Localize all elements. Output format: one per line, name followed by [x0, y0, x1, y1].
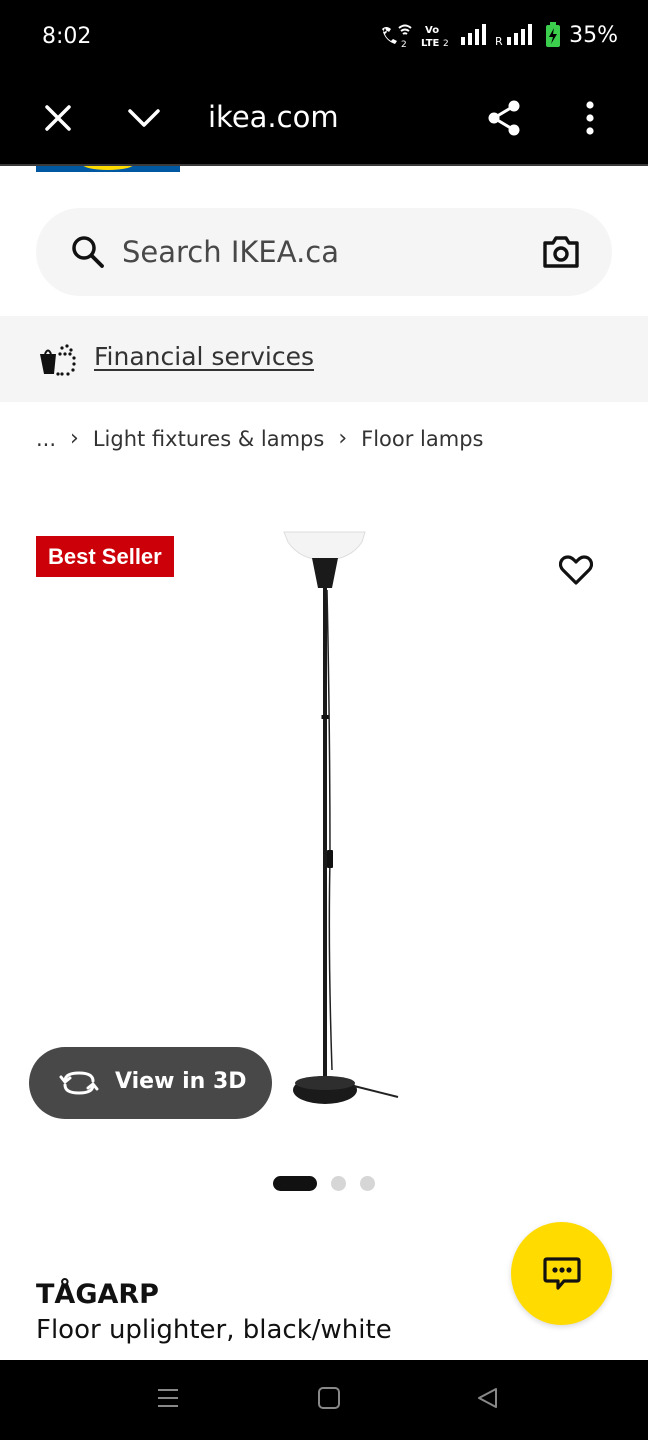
- signal-icon: [459, 23, 487, 47]
- recent-apps-button[interactable]: [148, 1384, 188, 1416]
- chat-button[interactable]: [511, 1222, 612, 1325]
- url-text[interactable]: ikea.com: [208, 100, 339, 134]
- chat-icon: [543, 1257, 581, 1290]
- financial-services-banner: Financial services: [0, 316, 648, 402]
- svg-text:2: 2: [443, 39, 449, 48]
- share-button[interactable]: [480, 96, 528, 144]
- breadcrumb-lighting[interactable]: Light fixtures & lamps: [93, 427, 324, 451]
- chevron-down-icon: [127, 107, 161, 134]
- camera-search-icon[interactable]: [542, 234, 580, 270]
- search-bar[interactable]: Search IKEA.ca: [36, 208, 612, 296]
- menu-icon: [156, 1387, 180, 1414]
- view-in-3d-button[interactable]: View in 3D: [29, 1047, 272, 1119]
- breadcrumb: ... › Light fixtures & lamps › Floor lam…: [36, 426, 484, 451]
- carousel-dot-2[interactable]: [331, 1176, 346, 1191]
- battery-charging-icon: [545, 22, 561, 48]
- close-icon: [44, 104, 72, 137]
- svg-text:2: 2: [401, 40, 407, 48]
- product-name: TÅGARP: [36, 1279, 159, 1310]
- breadcrumb-floor-lamps[interactable]: Floor lamps: [361, 427, 483, 451]
- breadcrumb-ellipsis[interactable]: ...: [36, 427, 56, 451]
- browser-toolbar: ikea.com: [0, 74, 648, 166]
- status-bar: 8:02 2 Vo LTE 2 R 35%: [0, 0, 648, 74]
- shopping-bag-icon: [38, 342, 78, 378]
- chevron-right-icon: ›: [70, 426, 79, 451]
- collapse-button[interactable]: [120, 96, 168, 144]
- system-nav-bar: [0, 1360, 648, 1440]
- more-vert-icon: [585, 100, 595, 140]
- image-carousel-indicator: [273, 1176, 375, 1191]
- carousel-dot-3[interactable]: [360, 1176, 375, 1191]
- carousel-dot-1[interactable]: [273, 1176, 317, 1191]
- battery-level: 35%: [569, 22, 618, 48]
- favorite-button[interactable]: [550, 546, 602, 598]
- product-image[interactable]: [270, 530, 410, 1120]
- chevron-right-icon: ›: [338, 426, 348, 451]
- more-options-button[interactable]: [566, 96, 614, 144]
- roaming-signal-icon: R: [495, 23, 537, 47]
- financial-services-link[interactable]: Financial services: [94, 342, 314, 371]
- ikea-logo[interactable]: [36, 166, 180, 172]
- home-button[interactable]: [309, 1384, 349, 1416]
- share-icon: [486, 99, 522, 142]
- wifi-call-icon: 2: [379, 22, 413, 48]
- svg-text:LTE: LTE: [421, 38, 440, 48]
- rotate-3d-icon: [59, 1069, 99, 1097]
- search-input[interactable]: Search IKEA.ca: [122, 235, 339, 269]
- close-button[interactable]: [34, 96, 82, 144]
- view-in-3d-label: View in 3D: [115, 1069, 247, 1094]
- volte-icon: Vo LTE 2: [421, 22, 451, 48]
- heart-icon: [558, 554, 594, 591]
- status-time: 8:02: [42, 24, 92, 49]
- svg-text:R: R: [495, 35, 503, 47]
- square-icon: [317, 1386, 341, 1415]
- best-seller-badge: Best Seller: [36, 536, 174, 577]
- search-icon: [70, 234, 106, 270]
- svg-text:Vo: Vo: [425, 25, 439, 36]
- product-description: Floor uplighter, black/white: [36, 1315, 392, 1345]
- back-button[interactable]: [468, 1384, 508, 1416]
- status-icons: 2 Vo LTE 2 R 35%: [379, 22, 618, 48]
- back-triangle-icon: [476, 1386, 500, 1415]
